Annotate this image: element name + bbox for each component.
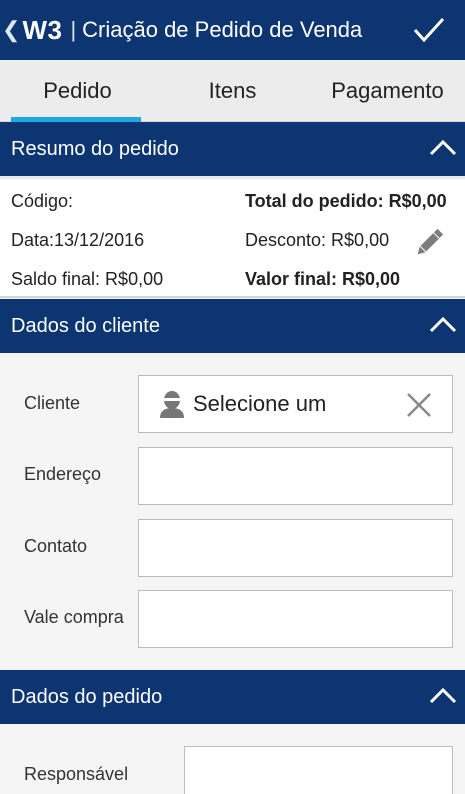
page-title: Criação de Pedido de Venda — [82, 17, 363, 42]
close-icon[interactable] — [404, 390, 434, 420]
order-section-title: Dados do pedido — [11, 685, 163, 708]
summary-section-header[interactable]: Resumo do pedido — [0, 122, 465, 176]
order-summary: Código: Data:13/12/2016 Saldo final: R$0… — [0, 176, 465, 298]
confirm-button[interactable] — [411, 12, 447, 48]
summary-saldo: Saldo final: R$0,00 — [11, 269, 164, 289]
summary-codigo: Código: — [11, 191, 74, 211]
contato-field[interactable] — [138, 519, 453, 577]
user-icon — [160, 391, 184, 418]
pencil-icon[interactable] — [412, 226, 446, 260]
tab-itens[interactable]: Itens — [155, 60, 310, 122]
summary-section-title: Resumo do pedido — [11, 137, 179, 160]
responsavel-label: Responsável — [24, 764, 129, 784]
summary-valor-final: Valor final: R$0,00 — [245, 269, 401, 289]
summary-data: Data:13/12/2016 — [11, 230, 145, 250]
chevron-up-icon[interactable] — [429, 136, 457, 160]
vale-compra-field[interactable] — [138, 590, 453, 648]
cliente-select[interactable]: Selecione um — [138, 375, 453, 433]
tab-bar: Pedido Itens Pagamento — [0, 60, 465, 122]
tab-pedido[interactable]: Pedido — [0, 60, 155, 122]
app-bar: ❮ W3 | Criação de Pedido de Venda — [0, 0, 465, 60]
vale-compra-label: Vale compra — [24, 607, 124, 627]
endereco-field[interactable] — [138, 447, 453, 505]
title-separator: | — [70, 17, 77, 42]
app-logo: W3 — [22, 14, 63, 45]
summary-desconto: Desconto: R$0,00 — [245, 230, 390, 250]
chevron-up-icon[interactable] — [429, 684, 457, 708]
contato-label: Contato — [24, 536, 88, 556]
tab-pagamento[interactable]: Pagamento — [310, 60, 465, 122]
endereco-label: Endereço — [24, 464, 102, 484]
responsavel-field[interactable] — [184, 746, 453, 794]
summary-total: Total do pedido: R$0,00 — [245, 191, 447, 211]
client-section-header[interactable]: Dados do cliente — [0, 299, 465, 353]
client-form: Cliente Selecione um Endereço Contato Va… — [0, 353, 465, 670]
order-form: Responsável — [0, 724, 465, 794]
order-section-header[interactable]: Dados do pedido — [0, 670, 465, 724]
cliente-select-value: Selecione um — [193, 391, 327, 416]
cliente-label: Cliente — [24, 393, 81, 413]
chevron-up-icon[interactable] — [429, 313, 457, 337]
client-section-title: Dados do cliente — [11, 314, 160, 337]
back-icon[interactable]: ❮ — [2, 19, 20, 41]
check-icon — [413, 17, 445, 43]
